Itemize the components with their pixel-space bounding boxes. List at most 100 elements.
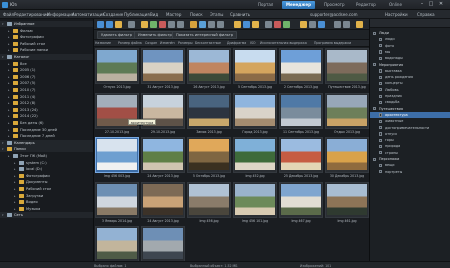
collapse-arrow-icon[interactable]: ▸	[8, 74, 10, 80]
remove-filter-button[interactable]: Удалить фильтр	[97, 31, 137, 39]
thumbnail-item[interactable]: Img 456.jpg	[186, 181, 232, 226]
collapse-arrow-icon[interactable]: ▸	[8, 153, 10, 159]
column-size[interactable]: Размер файла	[118, 41, 142, 45]
thumbnail-item[interactable]: 2 Сентябрь 2013.jpg	[278, 47, 324, 92]
menu-file[interactable]: Файл	[3, 12, 14, 17]
collapse-arrow-icon[interactable]: ▸	[8, 28, 10, 34]
tree-item[interactable]: ▸ system (C:)	[0, 160, 93, 166]
refresh-icon[interactable]	[128, 21, 135, 28]
photo-icon[interactable]	[243, 21, 250, 28]
column-iso[interactable]: ISO	[250, 41, 255, 45]
thumbnail-item[interactable]: Img 461.jpg	[324, 181, 369, 226]
thumbnail-item[interactable]: 5 Октябрь 2013.jpg	[186, 136, 232, 181]
view-mode-icon[interactable]	[177, 21, 184, 28]
thumbnail-item[interactable]: 26 Август 2013.jpg	[186, 47, 232, 92]
keyword-checkbox[interactable]	[379, 144, 383, 149]
tree-item[interactable]: ▸ Музыка	[0, 206, 93, 212]
back-icon[interactable]	[97, 21, 104, 28]
tree-item[interactable]: ▸ 2006 (7)	[0, 74, 93, 80]
interesting-filter-button[interactable]: Показать интересный фильтр	[172, 31, 238, 39]
collapse-arrow-icon[interactable]: ▸	[8, 127, 10, 133]
thumbnail-item[interactable]: 31 Август 2013.jpg	[140, 47, 186, 92]
tree-item[interactable]: ▸ 2005 (1)	[0, 67, 93, 73]
keyword-checkbox[interactable]	[373, 107, 377, 111]
collapse-arrow-icon[interactable]: ▸	[8, 113, 10, 119]
rotate-icon[interactable]	[208, 21, 215, 28]
tree-item[interactable]: ▾ Папки	[0, 146, 93, 153]
tree-item[interactable]: ▸ Рабочий стол	[0, 41, 93, 47]
menu-create[interactable]: Создание	[103, 12, 123, 17]
keyword-checkbox[interactable]	[379, 119, 383, 123]
keyword-checkbox[interactable]	[379, 132, 383, 136]
thumbnail-item[interactable]: Img 467.jpg	[278, 181, 324, 226]
collapse-arrow-icon[interactable]: ▸	[8, 120, 10, 126]
collapse-arrow-icon[interactable]: ▸	[8, 34, 10, 40]
properties-icon[interactable]	[309, 21, 316, 28]
thumbnail-item[interactable]: 3 Январь 2014.jpg	[94, 181, 140, 226]
collapse-arrow-icon[interactable]: ▸	[14, 160, 16, 166]
folder-icon[interactable]	[141, 21, 148, 28]
keyword-checkbox[interactable]	[373, 63, 377, 67]
column-name[interactable]: Название	[95, 41, 111, 45]
menu-view[interactable]: Вид	[150, 12, 158, 17]
menu-info[interactable]: Информация	[47, 12, 74, 17]
column-created[interactable]: Создан	[145, 41, 157, 45]
thumbnail-item[interactable]: 27.10.2013.jpg	[94, 92, 140, 137]
tree-item[interactable]: ▾ Каталог	[0, 54, 93, 60]
tree-item[interactable]: ▸ Фотографии	[0, 173, 93, 179]
collapse-arrow-icon[interactable]: ▸	[8, 87, 10, 93]
menu-help[interactable]: Справка	[417, 12, 435, 17]
tree-item[interactable]: ▸ 2011 (4)	[0, 94, 93, 100]
column-aperture[interactable]: Диафрагма	[227, 41, 246, 45]
thumbnail-item[interactable]: 29.10.2013.jpg	[140, 92, 186, 137]
keyword-checkbox[interactable]	[379, 44, 383, 48]
tree-item[interactable]: ▸ Без даты (6)	[0, 120, 93, 126]
keyword-checkbox[interactable]	[379, 138, 383, 142]
thumbnail-item[interactable]: Img 456 101.jpg	[232, 181, 278, 226]
tree-item[interactable]: ▸ 2007 (5)	[0, 80, 93, 86]
forward-icon[interactable]	[106, 21, 113, 28]
tree-item[interactable]: ▸ 2014 (22)	[0, 113, 93, 119]
tree-item[interactable]: ▾ Сеть	[0, 212, 93, 219]
compare-icon[interactable]	[265, 21, 272, 28]
up-folder-icon[interactable]	[115, 21, 122, 28]
collapse-arrow-icon[interactable]: ▸	[14, 206, 16, 212]
thumbnail-item[interactable]: Img 456 003.jpg	[94, 136, 140, 181]
thumbnail-item[interactable]: Img 456.jpg	[140, 225, 186, 261]
keyword-checkbox[interactable]	[379, 163, 383, 168]
keyword-checkbox[interactable]	[379, 126, 383, 130]
collapse-arrow-icon[interactable]: ▸	[14, 173, 16, 179]
tree-item[interactable]: ▸ Последние 7 дней	[0, 133, 93, 139]
keyword-checkbox[interactable]	[379, 94, 383, 98]
edit-filter-button[interactable]: Изменить фильтр	[134, 31, 176, 39]
tab-portal[interactable]: Портал	[254, 1, 277, 9]
tree-item[interactable]: ▸ Рабочий стол	[0, 186, 93, 192]
menu-wizard[interactable]: Мастер	[166, 12, 181, 17]
menu-compare[interactable]: Сравнить	[230, 12, 250, 17]
collapse-arrow-icon[interactable]: ▸	[8, 100, 10, 106]
keyword-item[interactable]: портреты	[370, 169, 450, 175]
tab-editor[interactable]: Редактор	[352, 1, 380, 9]
tree-item[interactable]: ▸ Загрузки	[0, 193, 93, 199]
tab-online[interactable]: Online	[385, 1, 406, 9]
keyword-checkbox[interactable]	[379, 100, 383, 105]
thumbnail-item[interactable]: 5 Сентябрь 2013.jpg	[232, 47, 278, 92]
tree-item[interactable]: ▸ 2010 (7)	[0, 87, 93, 93]
delete-icon[interactable]	[274, 21, 281, 28]
collapse-arrow-icon[interactable]: ▸	[8, 41, 10, 47]
column-exposure[interactable]: Исключительная выдержка	[260, 41, 307, 45]
tree-item[interactable]: ▾ Календарь	[0, 139, 93, 146]
expand-arrow-icon[interactable]: ▾	[2, 21, 4, 27]
folder-open-icon[interactable]	[234, 21, 241, 28]
tree-item[interactable]: ▸ Фильм	[0, 28, 93, 34]
keyword-checkbox[interactable]	[379, 37, 383, 42]
thumbnail-item[interactable]: 30 Декабрь 2013.jpg	[324, 136, 369, 181]
expand-arrow-icon[interactable]: ▾	[2, 140, 4, 146]
favorite-folder-icon[interactable]	[356, 21, 363, 28]
thumbnail-item[interactable]: 24 Август 2013.jpg	[140, 181, 186, 226]
column-dimensions[interactable]: Размеры	[178, 41, 192, 45]
collapse-arrow-icon[interactable]: ▸	[14, 199, 16, 205]
tab-manager[interactable]: Менеджер	[282, 1, 315, 9]
collapse-arrow-icon[interactable]: ▸	[8, 67, 10, 73]
tree-item[interactable]: ▸ 2012 (8)	[0, 100, 93, 106]
